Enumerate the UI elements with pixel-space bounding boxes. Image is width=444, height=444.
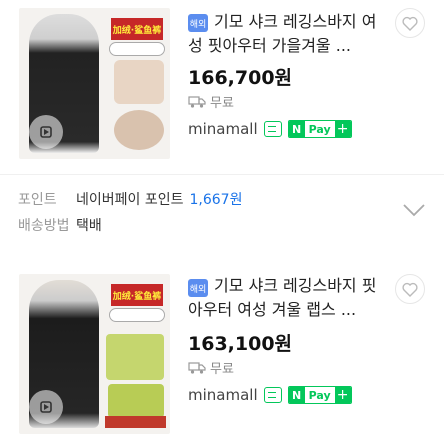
shipping-info: 무료 — [188, 358, 234, 377]
point-row: 포인트 네이버페이 포인트 1,667원 — [18, 186, 426, 212]
wishlist-button[interactable] — [395, 8, 425, 38]
npay-plus: + — [334, 387, 351, 403]
delivery-label: 배송방법 — [18, 218, 70, 234]
npay-n: N — [288, 387, 305, 403]
product-title-text[interactable]: 기모 샤크 레깅스바지 여성 핏아우터 가을겨울 ... — [188, 12, 376, 55]
product-image[interactable]: 加绒·鲨鱼裤 — [19, 8, 170, 159]
image-tag: 加绒·鲨鱼裤 — [111, 18, 163, 40]
play-icon[interactable] — [29, 115, 63, 149]
truck-icon — [188, 95, 206, 108]
truck-icon — [188, 361, 206, 374]
shipping-info: 무료 — [188, 92, 234, 111]
seller-row: minamall N Pay + — [188, 386, 352, 404]
product-title[interactable]: 기모 샤크 레깅스바지 핏아우터 여성 겨울 랩스 ... — [188, 274, 388, 322]
fabric-swatch — [114, 60, 164, 104]
point-label: 포인트 — [18, 192, 57, 208]
wishlist-button[interactable] — [395, 274, 425, 304]
product-title-text[interactable]: 기모 샤크 레깅스바지 핏아우터 여성 겨울 랩스 ... — [188, 276, 376, 319]
chat-icon[interactable] — [263, 121, 282, 137]
product-title[interactable]: 기모 샤크 레깅스바지 여성 핏아우터 가을겨울 ... — [188, 10, 388, 58]
product-price: 166,700원 — [188, 67, 293, 89]
expand-button[interactable] — [402, 202, 426, 222]
fabric-swatch — [108, 384, 164, 418]
seller-row: minamall N Pay + — [188, 120, 352, 138]
benefit-info: 포인트 네이버페이 포인트 1,667원 배송방법 택배 — [18, 186, 426, 246]
point-text: 네이버페이 포인트 — [76, 192, 184, 208]
npay-pay: Pay — [308, 388, 331, 402]
product-image[interactable]: 加绒·鲨鱼裤 — [19, 274, 170, 434]
divider — [0, 174, 444, 175]
npay-badge: N Pay + — [287, 120, 352, 138]
npay-pay: Pay — [308, 122, 331, 136]
shipping-text: 무료 — [210, 362, 234, 377]
point-amount: 1,667원 — [189, 192, 243, 208]
heart-icon — [402, 282, 418, 297]
product-card[interactable]: 加绒·鲨鱼裤 해외 기모 샤크 레깅스바지 여성 핏아우터 가을겨울 ... 1… — [0, 0, 444, 170]
delivery-row: 배송방법 택배 — [18, 212, 426, 238]
chevron-down-icon — [403, 204, 425, 217]
product-price: 163,100원 — [188, 333, 293, 355]
delivery-value: 택배 — [76, 218, 102, 234]
image-band — [105, 416, 166, 428]
npay-n: N — [288, 121, 305, 137]
heart-icon — [402, 16, 418, 31]
seller-name[interactable]: minamall — [188, 120, 258, 138]
seller-name[interactable]: minamall — [188, 386, 258, 404]
npay-plus: + — [334, 121, 351, 137]
fabric-swatch — [106, 334, 164, 380]
npay-badge: N Pay + — [287, 386, 352, 404]
chat-icon[interactable] — [263, 387, 282, 403]
product-card[interactable]: 加绒·鲨鱼裤 해외 기모 샤크 레깅스바지 핏아우터 여성 겨울 랩스 ... … — [0, 262, 444, 444]
fabric-swatch — [114, 110, 164, 150]
image-tag: 加绒·鲨鱼裤 — [111, 284, 163, 306]
image-tag-sub — [109, 308, 165, 322]
image-tag-sub — [109, 42, 165, 56]
shipping-text: 무료 — [210, 96, 234, 111]
play-icon[interactable] — [29, 390, 63, 424]
